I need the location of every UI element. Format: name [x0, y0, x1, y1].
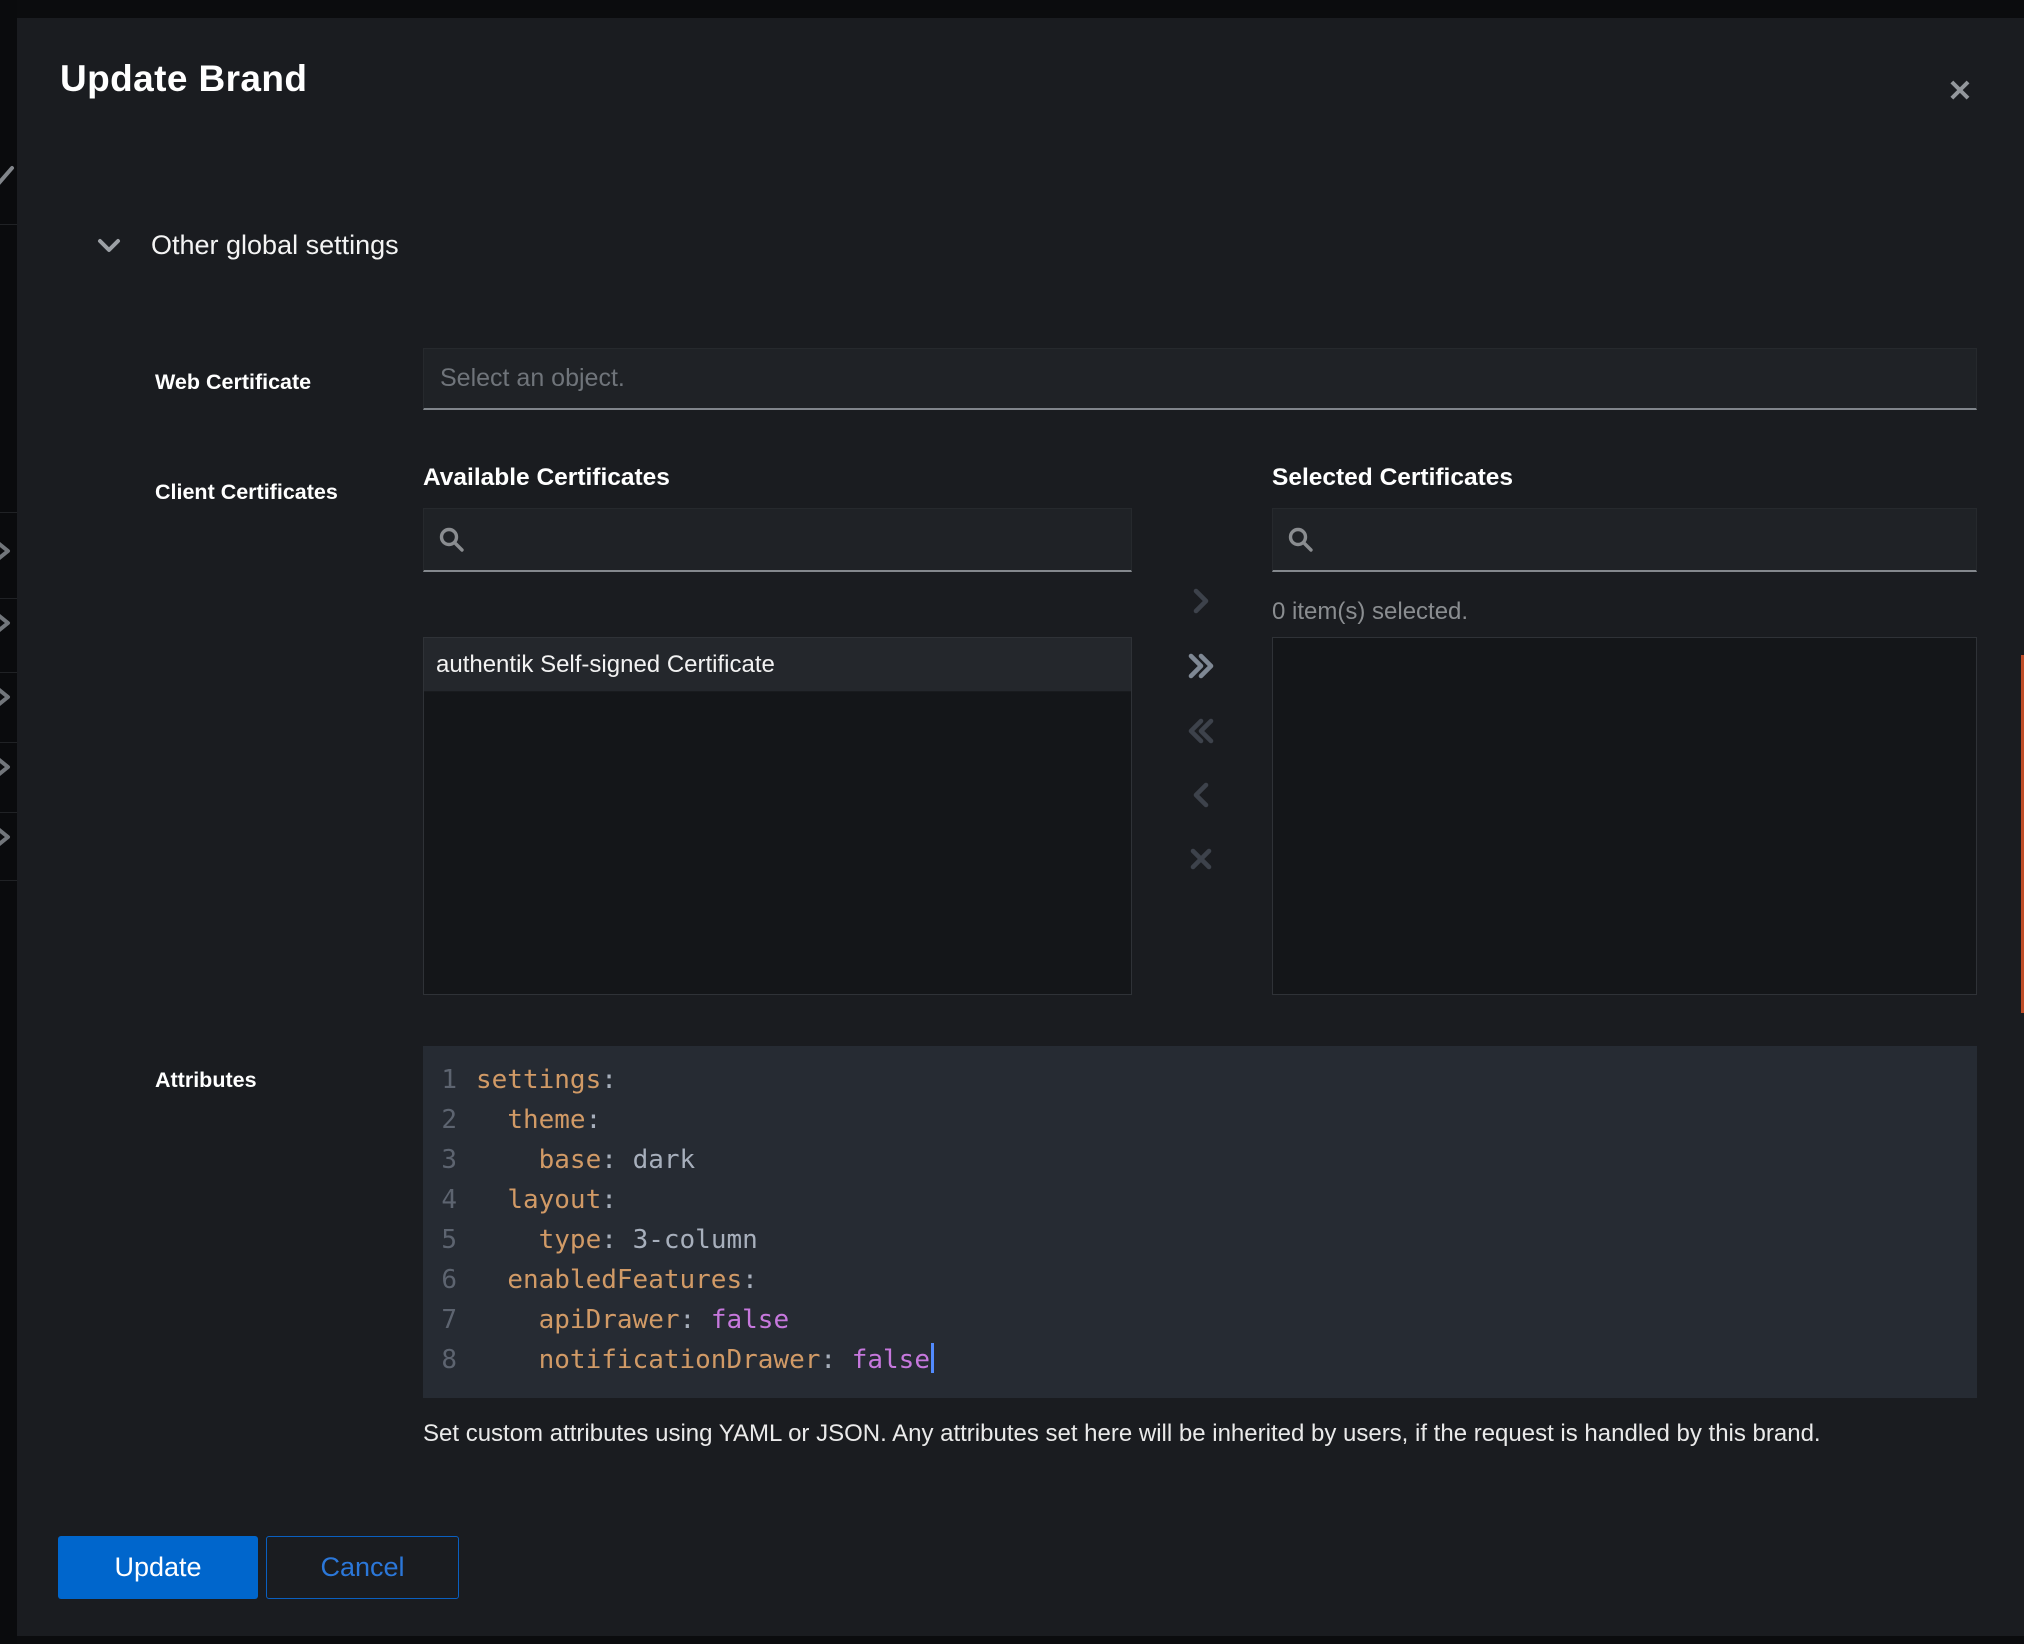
client-certificates-label: Client Certificates [155, 480, 338, 505]
divider [0, 880, 17, 881]
selected-count-status: 0 item(s) selected. [1272, 598, 1468, 626]
attributes-code-lines: 1settings:2 theme:3 base: dark4 layout:5… [439, 1060, 1977, 1380]
code-line: 4 layout: [439, 1180, 1977, 1220]
code-line: 8 notificationDrawer: false [439, 1340, 1977, 1380]
web-certificate-label: Web Certificate [155, 370, 311, 395]
search-icon [1287, 526, 1314, 553]
chevron-right-icon [0, 684, 15, 710]
section-label: Other global settings [151, 230, 399, 261]
chevron-left-icon [1183, 800, 1219, 815]
divider [0, 224, 17, 225]
update-brand-modal: Update Brand ✕ Other global settings Web… [17, 18, 2024, 1636]
line-number: 1 [439, 1060, 457, 1100]
code-line: 5 type: 3-column [439, 1220, 1977, 1260]
available-search [423, 508, 1132, 572]
cross-icon [1183, 864, 1219, 879]
available-certificates-header: Available Certificates [423, 464, 670, 492]
available-search-input[interactable] [477, 526, 1117, 554]
cancel-button[interactable]: Cancel [266, 1536, 459, 1599]
divider [0, 742, 17, 743]
available-list: authentik Self-signed Certificate [423, 637, 1132, 995]
update-brand-screen: Update Brand ✕ Other global settings Web… [0, 0, 2024, 1644]
code-line: 2 theme: [439, 1100, 1977, 1140]
divider [0, 812, 17, 813]
code-line: 6 enabledFeatures: [439, 1260, 1977, 1300]
divider [0, 598, 17, 599]
divider [0, 672, 17, 673]
chevron-double-left-icon [1183, 736, 1219, 751]
chevron-right-icon [0, 538, 15, 564]
chevron-right-icon [0, 610, 15, 636]
code-line: 7 apiDrawer: false [439, 1300, 1977, 1340]
text-cursor [931, 1343, 934, 1373]
attributes-help-text: Set custom attributes using YAML or JSON… [423, 1420, 1983, 1448]
move-selected-left-button[interactable] [1183, 778, 1219, 814]
page-title: Update Brand [60, 58, 307, 100]
chevron-down-icon [97, 238, 121, 254]
selected-list [1272, 637, 1977, 995]
move-all-left-button[interactable] [1183, 714, 1219, 750]
line-number: 2 [439, 1100, 457, 1140]
divider [0, 512, 17, 513]
chevron-right-icon [0, 754, 15, 780]
attributes-code-editor[interactable]: 1settings:2 theme:3 base: dark4 layout:5… [423, 1046, 1977, 1398]
other-global-settings-toggle[interactable]: Other global settings [97, 230, 399, 261]
line-number: 8 [439, 1340, 457, 1380]
code-line: 3 base: dark [439, 1140, 1977, 1180]
move-selected-right-button[interactable] [1183, 584, 1219, 620]
list-item[interactable]: authentik Self-signed Certificate [424, 638, 1131, 692]
selected-search-input[interactable] [1326, 526, 1962, 554]
line-number: 3 [439, 1140, 457, 1180]
check-icon [0, 162, 15, 188]
selected-certificates-header: Selected Certificates [1272, 464, 1513, 492]
remove-all-button[interactable] [1183, 842, 1219, 878]
move-all-right-button[interactable] [1183, 649, 1219, 685]
attributes-label: Attributes [155, 1068, 257, 1093]
line-number: 6 [439, 1260, 457, 1300]
chevron-right-icon [0, 824, 15, 850]
line-number: 5 [439, 1220, 457, 1260]
chevron-double-right-icon [1183, 671, 1219, 686]
chevron-right-icon [1183, 606, 1219, 621]
search-icon [438, 526, 465, 553]
line-number: 7 [439, 1300, 457, 1340]
close-icon[interactable]: ✕ [1938, 70, 1982, 114]
code-line: 1settings: [439, 1060, 1977, 1100]
selected-search [1272, 508, 1977, 572]
update-button[interactable]: Update [58, 1536, 258, 1599]
line-number: 4 [439, 1180, 457, 1220]
web-certificate-input[interactable] [423, 348, 1977, 410]
background-table-edge [0, 0, 17, 1644]
